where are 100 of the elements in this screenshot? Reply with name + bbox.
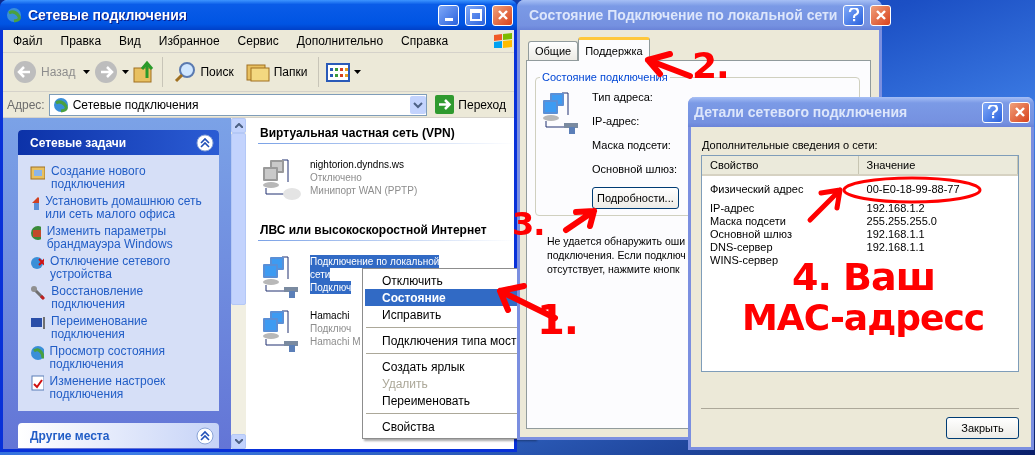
field-label: Тип адреса:	[592, 91, 654, 103]
search-icon	[174, 61, 197, 83]
menu-item[interactable]: Сервис	[227, 34, 287, 48]
field-label: Маска подсети:	[592, 139, 672, 151]
caret-icon[interactable]	[83, 70, 91, 74]
minimize-icon	[444, 17, 453, 21]
view-icon[interactable]	[326, 62, 351, 82]
close-icon	[875, 9, 887, 21]
connection-name[interactable]: Hamachi	[310, 309, 350, 322]
connection-detail: Hamachi M	[310, 335, 361, 348]
group-title: Состояние подключения	[541, 71, 669, 83]
globe-icon	[52, 96, 69, 113]
collapse-icon[interactable]	[196, 133, 214, 152]
field-label: Основной шлюз:	[592, 163, 679, 175]
close-icon	[496, 9, 509, 21]
flag-icon	[492, 32, 514, 50]
annotation: MAC-адресс	[742, 300, 985, 336]
column-header[interactable]: Свойство	[702, 156, 859, 174]
property-cell-text: DNS-сервер	[709, 241, 774, 254]
connection-name[interactable]: Подключение по локальной	[310, 255, 440, 268]
tab[interactable]: Поддержка	[578, 37, 650, 61]
task-link[interactable]: Восстановление подключения	[51, 285, 213, 311]
help-icon	[986, 105, 999, 119]
property-cell-text: IP-адрес	[709, 202, 756, 215]
close-icon	[1013, 106, 1026, 118]
go-button[interactable]: Переход	[431, 93, 510, 116]
task-link[interactable]: Изменить параметры брандмауэра Windows	[46, 225, 213, 251]
property-cell-text: Основной шлюз	[709, 228, 794, 241]
globe-icon	[30, 255, 45, 271]
task-link[interactable]: Просмотр состояния подключения	[49, 345, 213, 371]
details-button[interactable]: Подробности...	[592, 187, 679, 209]
computers-icon	[540, 89, 580, 137]
folders-button[interactable]: Папки	[241, 60, 312, 84]
task-link[interactable]: Создание нового подключения	[51, 165, 213, 191]
connection-detail: Отключено	[310, 171, 362, 184]
wrench-icon	[30, 285, 46, 301]
back-icon	[13, 60, 37, 84]
window-title: Детали сетевого подключения	[694, 104, 909, 120]
menu-item[interactable]: Вид	[109, 34, 149, 48]
connection-name[interactable]: nightorion.dyndns.ws	[310, 158, 404, 171]
tab[interactable]: Общие	[528, 41, 579, 60]
annotation: 4. Ваш	[792, 258, 936, 296]
value-cell-text: 255.255.255.0	[865, 215, 938, 228]
help-button[interactable]	[982, 101, 1003, 123]
property-cell-text: WINS-сервер	[709, 254, 780, 267]
close-button[interactable]	[492, 4, 513, 26]
annotation: 2.	[692, 48, 729, 84]
message-text: Не удается обнаружить оши подключения. Если подключ отсутствует, нажмите кнопк	[547, 234, 686, 276]
minimize-button[interactable]	[438, 4, 459, 26]
close-button[interactable]	[870, 4, 892, 26]
collapse-icon[interactable]	[196, 426, 214, 445]
window-title: Состояние Подключение по локальной сети	[529, 7, 838, 23]
address-field[interactable]: Сетевые подключения	[48, 93, 428, 116]
panel-title: Сетевые задачи	[30, 135, 127, 150]
close-dialog-button[interactable]: Закрыть	[946, 417, 1019, 439]
maximize-button[interactable]	[465, 4, 486, 26]
value-cell-text: 192.168.1.2	[865, 202, 926, 215]
menu-item[interactable]: Избранное	[148, 34, 228, 48]
caret-icon[interactable]	[354, 70, 362, 74]
caption: Дополнительные сведения о сети:	[701, 138, 879, 153]
connection-detail: Подключ	[310, 322, 352, 335]
panel-title: Другие места	[30, 428, 110, 443]
house-icon	[30, 195, 40, 211]
dropdown-icon[interactable]	[410, 95, 427, 114]
task-link[interactable]: Отключение сетевого устройства	[50, 255, 213, 281]
value-cell-text: 192.168.1.1	[865, 228, 926, 241]
connection-detail: Подключ	[310, 281, 352, 294]
property-cell-text: Маска подсети	[709, 215, 787, 228]
arrow	[563, 208, 597, 233]
connection-detail: сети	[310, 268, 331, 281]
address-label: Адрес:	[7, 97, 45, 112]
menu-item[interactable]: Справка	[391, 34, 457, 48]
value-cell-text: 00-E0-18-99-88-77	[865, 183, 961, 196]
document-icon	[30, 375, 44, 391]
task-link[interactable]: Изменение настроек подключения	[49, 375, 213, 401]
help-icon	[848, 8, 860, 22]
globe-icon	[6, 7, 22, 23]
window-title: Сетевые подключения	[28, 7, 188, 23]
maximize-icon	[469, 9, 482, 21]
column-header[interactable]: Значение	[858, 156, 1018, 174]
group-title: ЛВС или высокоскоростной Интернет	[258, 220, 514, 241]
menu-item[interactable]: Правка	[50, 34, 110, 48]
task-link[interactable]: Переименование подключения	[50, 315, 213, 341]
search-button[interactable]: Поиск	[170, 59, 238, 85]
close-button[interactable]	[1009, 101, 1030, 123]
globe-icon	[30, 345, 44, 361]
help-button[interactable]	[843, 4, 865, 26]
menu-item[interactable]: Файл	[3, 34, 51, 48]
task-link[interactable]: Установить домашнюю сеть или сеть малого офиса	[45, 195, 213, 221]
menu-item[interactable]: Дополнительно	[286, 34, 392, 48]
monitor-icon	[30, 315, 45, 331]
arrow	[807, 187, 843, 223]
field-label: IP-адрес:	[592, 115, 641, 127]
scrollbar[interactable]	[231, 118, 246, 449]
property-cell-text: Физический адрес	[709, 183, 805, 196]
value-cell-text: 192.168.1.1	[865, 241, 926, 254]
caret-icon[interactable]	[122, 70, 130, 74]
group-title: Виртуальная частная сеть (VPN)	[258, 123, 514, 144]
go-icon	[435, 95, 455, 114]
connection-detail: Минипорт WAN (PPTP)	[310, 184, 418, 197]
